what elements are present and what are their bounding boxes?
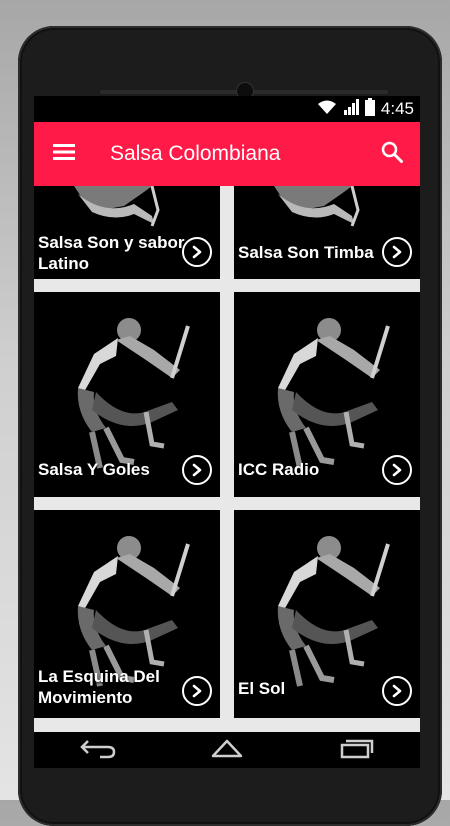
station-name: Salsa Y Goles [38,460,150,479]
search-icon [381,141,403,168]
station-card[interactable]: Salsa Y Goles [34,292,220,497]
play-circle-icon[interactable] [182,676,212,706]
app-title: Salsa Colombiana [110,142,281,165]
search-button[interactable] [372,134,412,174]
play-circle-icon[interactable] [382,676,412,706]
recents-button[interactable] [326,732,386,768]
station-name: ICC Radio [238,460,320,479]
station-card[interactable]: La Esquina Del Movimiento [34,510,220,718]
station-card[interactable]: ICC Radio [234,292,420,497]
station-card[interactable]: El Sol [234,510,420,718]
station-name: Salsa Son y sabor Latino [38,233,185,273]
hamburger-menu-icon [53,143,75,165]
app-bar: Salsa Colombiana [34,122,420,186]
home-button[interactable] [197,732,257,768]
signal-icon [343,98,359,120]
menu-button[interactable] [40,130,88,178]
navigation-bar [34,732,420,768]
status-bar: 4:45 [34,96,420,122]
recent-apps-icon [336,737,376,764]
play-circle-icon[interactable] [182,237,212,267]
home-icon [207,737,247,764]
app-screen: 4:45 Salsa Colombiana Salsa Son y sabor … [34,96,420,768]
station-name: Salsa Son Timba [238,243,374,262]
station-grid: Salsa Son y sabor Latino Salsa Son Timba [34,186,420,732]
play-circle-icon[interactable] [382,455,412,485]
station-card[interactable]: Salsa Son y sabor Latino [34,186,220,279]
station-name: El Sol [238,679,286,698]
station-name: La Esquina Del Movimiento [38,667,160,707]
battery-icon [364,97,375,121]
station-card[interactable]: Salsa Son Timba [234,186,420,279]
status-time: 4:45 [380,99,414,118]
back-button[interactable] [68,732,128,768]
back-icon [78,737,118,764]
wifi-icon [317,99,337,120]
play-circle-icon[interactable] [382,237,412,267]
play-circle-icon[interactable] [182,455,212,485]
